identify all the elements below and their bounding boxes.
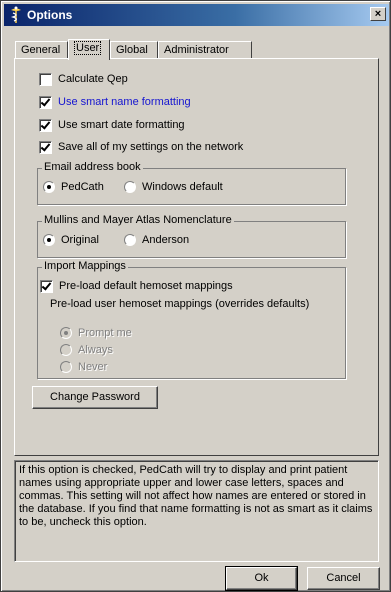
group-title: Mullins and Mayer Atlas Nomenclature (42, 214, 234, 226)
radio-prompt-me[interactable]: Prompt me (60, 325, 132, 341)
checkbox-box[interactable] (39, 72, 52, 86)
calculate-qep-label: Calculate Qep (58, 73, 128, 85)
close-button[interactable]: × (370, 7, 386, 21)
help-text-box: If this option is checked, PedCath will … (14, 460, 379, 562)
email-address-book-group: Email address book PedCath Windows defau… (37, 161, 346, 205)
cancel-button[interactable]: Cancel (307, 567, 380, 590)
tab-global[interactable]: Global (110, 41, 158, 59)
save-settings-checkbox[interactable]: Save all of my settings on the network (39, 139, 243, 155)
smart-date-label: Use smart date formatting (58, 119, 185, 131)
radio-button[interactable] (60, 327, 72, 340)
checkbox-box[interactable] (39, 140, 52, 154)
radio-always[interactable]: Always (60, 342, 113, 358)
preload-user-label: Pre-load user hemoset mappings (override… (50, 298, 310, 310)
radio-windows-default[interactable]: Windows default (124, 179, 223, 195)
radio-button[interactable] (60, 361, 72, 374)
save-settings-label: Save all of my settings on the network (58, 141, 244, 153)
options-dialog: Options × General User Global Administra… (0, 0, 391, 592)
checkbox-box[interactable] (39, 118, 52, 132)
radio-anderson[interactable]: Anderson (124, 232, 189, 248)
atlas-nomenclature-group: Mullins and Mayer Atlas Nomenclature Ori… (37, 214, 346, 258)
smart-name-label: Use smart name formatting (58, 96, 191, 108)
ok-button[interactable]: Ok (225, 566, 298, 591)
radio-button[interactable] (124, 181, 136, 194)
close-icon: × (374, 8, 382, 20)
radio-button[interactable] (43, 181, 55, 194)
radio-original[interactable]: Original (43, 232, 99, 248)
radio-button[interactable] (43, 234, 55, 247)
radio-button[interactable] (60, 344, 72, 357)
radio-button[interactable] (124, 234, 136, 247)
radio-never[interactable]: Never (60, 359, 107, 375)
tab-general[interactable]: General (15, 41, 68, 59)
checkbox-box[interactable] (39, 95, 52, 109)
radio-pedcath[interactable]: PedCath (43, 179, 104, 195)
tab-user[interactable]: User (68, 39, 110, 60)
preload-default-checkbox[interactable]: Pre-load default hemoset mappings (40, 278, 233, 294)
window-title: Options (27, 8, 73, 22)
change-password-button[interactable]: Change Password (32, 386, 158, 409)
smart-name-checkbox[interactable]: Use smart name formatting (39, 94, 191, 110)
title-bar[interactable]: Options × (4, 4, 389, 26)
calculate-qep-checkbox[interactable]: Calculate Qep (39, 71, 128, 87)
group-title: Import Mappings (42, 260, 128, 272)
group-title: Email address book (42, 161, 143, 173)
checkbox-box[interactable] (40, 279, 53, 293)
caduceus-icon (10, 6, 21, 23)
smart-date-checkbox[interactable]: Use smart date formatting (39, 117, 185, 133)
import-mappings-group: Import Mappings Pre-load default hemoset… (37, 260, 346, 379)
tab-administrator[interactable]: Administrator (158, 41, 252, 59)
